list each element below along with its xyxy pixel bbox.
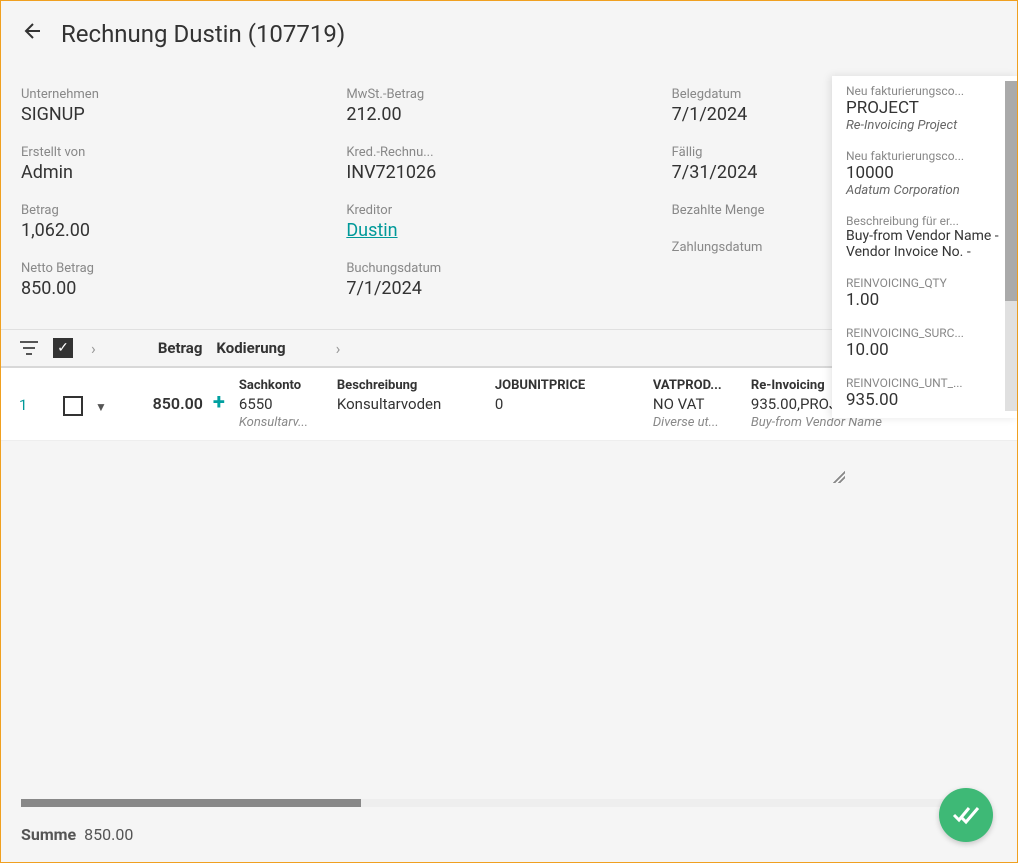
cell-header: Sachkonto	[239, 378, 317, 393]
side-scrollbar[interactable]	[1005, 81, 1017, 411]
sp-value: Buy-from Vendor Name - Vendor Invoice No…	[846, 228, 1003, 260]
filter-icon[interactable]	[19, 338, 39, 358]
detail-label: Unternehmen	[21, 87, 346, 102]
cell-value: Konsultarvoden	[337, 395, 475, 413]
cell-value: 0	[495, 395, 633, 413]
sp-sub: Re-Invoicing Project	[846, 118, 1003, 133]
row-number: 1	[19, 378, 37, 414]
cell-header: JOBUNITPRICE	[495, 378, 633, 393]
horizontal-scrollbar[interactable]	[21, 799, 981, 807]
detail-value: Admin	[21, 162, 346, 183]
row-amount: 850.00	[133, 378, 203, 413]
column-header-betrag: Betrag	[158, 339, 203, 357]
sp-value: 1.00	[846, 290, 1003, 310]
sp-label: REINVOICING_QTY	[846, 276, 1003, 290]
sp-label: Neu fakturierungsco...	[846, 84, 1003, 98]
back-arrow-icon[interactable]	[21, 19, 45, 49]
creditor-link[interactable]: Dustin	[346, 220, 671, 241]
sp-value: 10000	[846, 163, 1003, 183]
detail-value: 212.00	[346, 104, 671, 125]
sp-label: REINVOICING_UNT_...	[846, 376, 1003, 390]
row-checkbox[interactable]	[63, 396, 83, 416]
detail-label: Erstellt von	[21, 145, 346, 160]
cell-header: VATPROD...	[653, 378, 731, 393]
page-title: Rechnung Dustin (107719)	[61, 20, 345, 48]
cell-subtext: Diverse ut...	[653, 415, 731, 430]
detail-label: Kred.-Rechnu...	[346, 145, 671, 160]
chevron-right-icon[interactable]: ›	[332, 339, 345, 358]
resize-handle-icon[interactable]	[833, 471, 845, 483]
sp-value: PROJECT	[846, 98, 1003, 118]
cell-value: NO VAT	[653, 395, 731, 413]
sp-label: Neu fakturierungsco...	[846, 149, 1003, 163]
sp-value: 10.00	[846, 340, 1003, 360]
detail-label: Kreditor	[346, 203, 671, 218]
detail-label: MwSt.-Betrag	[346, 87, 671, 102]
select-all-checkbox[interactable]: ✓	[53, 338, 73, 358]
row-dropdown-icon[interactable]: ▼	[95, 400, 107, 414]
detail-value: INV721026	[346, 162, 671, 183]
sp-label: REINVOICING_SURC...	[846, 326, 1003, 340]
cell-header: Beschreibung	[337, 378, 475, 393]
detail-value: SIGNUP	[21, 104, 346, 125]
chevron-right-icon[interactable]: ›	[87, 339, 100, 358]
add-row-icon[interactable]: +	[213, 390, 225, 415]
detail-label: Betrag	[21, 203, 346, 218]
sp-sub: Adatum Corporation	[846, 183, 1003, 198]
sp-label: Beschreibung für er...	[846, 214, 1003, 228]
side-panel: Neu fakturierungsco...PROJECTRe-Invoicin…	[832, 76, 1017, 418]
detail-value: 1,062.00	[21, 220, 346, 241]
footer-sum: Summe850.00	[21, 825, 133, 844]
detail-value: 7/1/2024	[346, 278, 671, 299]
detail-label: Netto Betrag	[21, 261, 346, 276]
column-header-kodierung: Kodierung	[216, 339, 285, 357]
sp-value: 935.00	[846, 390, 1003, 410]
cell-value: 6550	[239, 395, 317, 413]
detail-label: Buchungsdatum	[346, 261, 671, 276]
confirm-fab-button[interactable]	[939, 788, 993, 842]
cell-subtext: Konsultarv...	[239, 415, 317, 430]
detail-value: 850.00	[21, 278, 346, 299]
